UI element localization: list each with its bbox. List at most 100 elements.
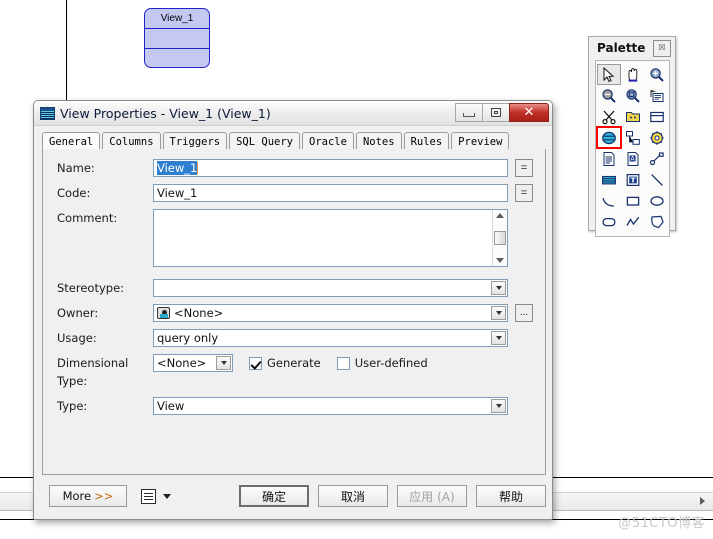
dialog-titlebar[interactable]: View Properties - View_1 (View_1) ✕	[34, 101, 552, 126]
usage-label: Usage:	[57, 331, 97, 345]
palette-tool-reference[interactable]	[621, 127, 645, 148]
screen-root: View_1 Palette ☒ A T View Properties - V…	[0, 0, 713, 539]
owner-browse-button[interactable]: ...	[515, 304, 533, 322]
code-input[interactable]: View_1	[153, 184, 508, 202]
palette-tool-view[interactable]	[596, 126, 622, 149]
palette-tool-zoom-area[interactable]	[621, 85, 645, 106]
view-properties-icon	[40, 106, 55, 120]
palette-tool-rectangle[interactable]	[621, 190, 645, 211]
chevron-down-icon[interactable]	[491, 281, 506, 295]
type-label: Type:	[57, 399, 88, 413]
maximize-button[interactable]	[482, 103, 510, 122]
palette-tool-arc[interactable]	[597, 190, 621, 211]
svg-text:T: T	[630, 175, 635, 184]
minimize-button[interactable]	[455, 103, 483, 122]
field-row-stereotype: Stereotype:	[43, 279, 545, 297]
name-input-value: View_1	[157, 161, 198, 175]
cancel-button[interactable]: 取消	[318, 485, 388, 507]
palette-tool-package[interactable]	[621, 106, 645, 127]
field-row-name: Name: View_1 =	[43, 159, 545, 177]
help-button[interactable]: 帮助	[476, 485, 546, 507]
palette-tool-table[interactable]	[645, 106, 669, 127]
chevron-down-icon[interactable]	[216, 356, 231, 370]
palette-tool-grid: A T	[595, 60, 670, 237]
owner-value: <None>	[174, 306, 224, 320]
chevron-down-icon[interactable]	[491, 399, 506, 413]
palette-tool-database[interactable]	[597, 169, 621, 190]
user-defined-label: User-defined	[354, 356, 428, 370]
palette-window[interactable]: Palette ☒ A T	[588, 36, 676, 237]
maximize-icon	[491, 108, 501, 117]
palette-titlebar: Palette ☒	[589, 37, 675, 59]
name-input[interactable]: View_1	[153, 159, 508, 177]
general-tab-panel: Name: View_1 = Code: View_1 = Comment: S…	[42, 149, 546, 475]
palette-tool-scissors[interactable]	[597, 106, 621, 127]
list-menu-icon[interactable]	[141, 488, 156, 504]
chevron-down-icon[interactable]	[491, 306, 506, 320]
palette-tool-text-file[interactable]: A	[621, 148, 645, 169]
field-row-dimensional-type: Dimensional Type: <None> Generate User-d…	[43, 354, 545, 390]
minimize-icon	[463, 113, 475, 117]
palette-tool-procedure-gear[interactable]	[645, 127, 669, 148]
palette-tool-rounded-rectangle[interactable]	[597, 211, 621, 232]
scrollbar-thumb[interactable]	[494, 231, 506, 245]
palette-tool-link[interactable]	[645, 148, 669, 169]
owner-combobox[interactable]: <None>	[153, 304, 508, 322]
generate-checkbox-row[interactable]: Generate	[249, 354, 321, 372]
user-defined-checkbox-row[interactable]: User-defined	[336, 354, 428, 372]
palette-tool-line[interactable]	[645, 169, 669, 190]
field-row-usage: Usage: query only	[43, 329, 545, 347]
palette-tool-polygon[interactable]	[645, 211, 669, 232]
watermark: @51CTO博客	[618, 516, 705, 531]
view-shape-body-row-1	[145, 29, 209, 49]
stereotype-label: Stereotype:	[57, 281, 125, 295]
type-value: View	[157, 399, 185, 413]
user-icon	[157, 307, 170, 319]
chevron-down-icon[interactable]	[491, 331, 506, 345]
comment-label: Comment:	[57, 211, 118, 225]
comment-scrollbar[interactable]	[492, 210, 507, 266]
stereotype-combobox[interactable]	[153, 279, 508, 297]
properties-form: Name: View_1 = Code: View_1 = Comment: S…	[43, 149, 545, 415]
dimensional-type-combobox[interactable]: <None>	[153, 354, 233, 372]
palette-tool-pointer[interactable]	[597, 64, 621, 85]
field-row-code: Code: View_1 =	[43, 184, 545, 202]
palette-tool-properties[interactable]	[645, 85, 669, 106]
more-chevrons: >>	[94, 489, 114, 503]
canvas-guide-line-vertical	[66, 0, 67, 108]
code-equals-button[interactable]: =	[515, 184, 533, 202]
type-combobox[interactable]: View	[153, 397, 508, 415]
palette-tool-zoom-in[interactable]	[645, 64, 669, 85]
name-equals-button[interactable]: =	[515, 159, 533, 177]
user-defined-checkbox[interactable]	[336, 356, 350, 370]
usage-combobox[interactable]: query only	[153, 329, 508, 347]
palette-tool-file[interactable]	[597, 148, 621, 169]
palette-tool-title-text[interactable]: T	[621, 169, 645, 190]
close-button[interactable]: ✕	[509, 103, 549, 122]
palette-tool-pan-hand[interactable]	[621, 64, 645, 85]
list-menu-dropdown-arrow-icon[interactable]	[163, 493, 171, 499]
view-properties-dialog: View Properties - View_1 (View_1) ✕ Gene…	[33, 100, 553, 520]
usage-value: query only	[157, 331, 219, 345]
diagram-view-shape[interactable]: View_1	[144, 8, 210, 68]
palette-tool-polyline[interactable]	[621, 211, 645, 232]
field-row-owner: Owner: <None> ...	[43, 304, 545, 322]
more-button-label: More	[62, 489, 92, 503]
view-shape-body-row-2	[145, 49, 209, 69]
generate-label: Generate	[267, 356, 321, 370]
palette-title-label: Palette	[597, 41, 646, 55]
dimensional-type-label: Dimensional Type:	[57, 356, 129, 388]
comment-textarea[interactable]	[153, 209, 508, 267]
generate-checkbox[interactable]	[249, 356, 262, 370]
window-controls: ✕	[455, 103, 549, 122]
scroll-down-arrow-icon[interactable]	[496, 258, 504, 263]
text-caret	[197, 162, 199, 174]
field-row-type: Type: View	[43, 397, 545, 415]
ok-button[interactable]: 确定	[239, 485, 309, 507]
palette-tool-ellipse[interactable]	[645, 190, 669, 211]
scroll-right-arrow-icon[interactable]	[700, 497, 705, 505]
more-button[interactable]: More >>	[49, 485, 127, 507]
palette-tool-zoom-out[interactable]	[597, 85, 621, 106]
palette-close-icon[interactable]: ☒	[653, 39, 671, 57]
scroll-up-arrow-icon[interactable]	[496, 213, 504, 218]
